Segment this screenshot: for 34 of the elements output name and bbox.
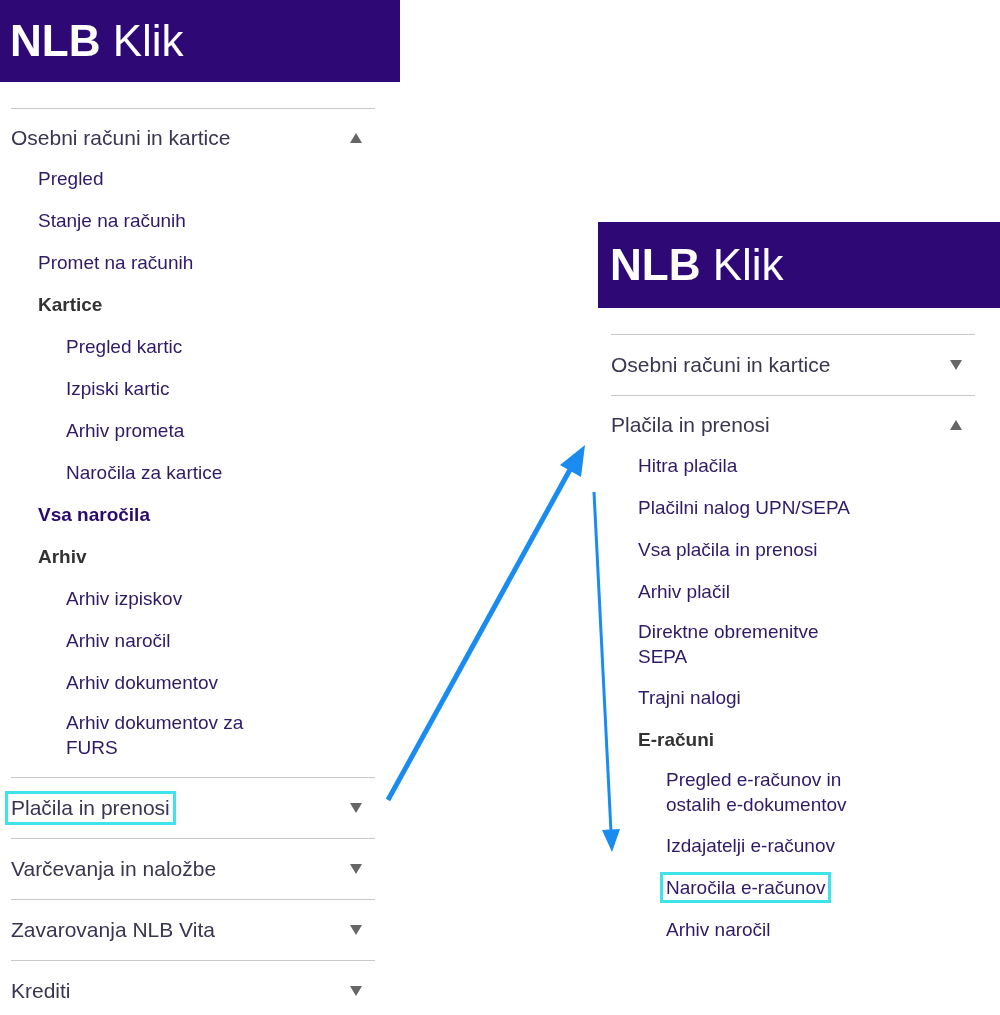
- section-title[interactable]: Osebni računi in kartice: [5, 121, 237, 155]
- app-logo: NLB Klik: [610, 243, 784, 287]
- menu-link[interactable]: Hitra plačila: [632, 449, 744, 481]
- section-title[interactable]: Krediti: [5, 974, 77, 1008]
- menu-link[interactable]: Arhiv naročil: [660, 913, 777, 945]
- menu-link[interactable]: Izpiski kartic: [60, 372, 176, 404]
- menu-link[interactable]: Arhiv dokumentov za FURS: [60, 707, 300, 763]
- menu-heading: Arhiv: [37, 544, 88, 569]
- menu-heading: E-računi: [637, 727, 716, 752]
- menu-link[interactable]: Arhiv naročil: [60, 624, 177, 656]
- menu-link[interactable]: Naročila za kartice: [60, 456, 229, 488]
- menu-link[interactable]: Direktne obremenitve SEPA: [632, 616, 872, 672]
- menu-link[interactable]: Plačilni nalog UPN/SEPA: [632, 491, 856, 523]
- section-title[interactable]: Osebni računi in kartice: [605, 348, 837, 382]
- section-title[interactable]: Plačila in prenosi: [5, 791, 176, 825]
- menu-link[interactable]: Naročila e-računov: [660, 871, 832, 903]
- app-logo: NLB Klik: [10, 19, 184, 63]
- menu-link[interactable]: Vsa plačila in prenosi: [632, 533, 824, 565]
- menu-link[interactable]: Arhiv prometa: [60, 414, 191, 446]
- menu-link[interactable]: Vsa naročila: [32, 498, 156, 530]
- menu-link[interactable]: Arhiv izpiskov: [60, 582, 189, 614]
- menu-link[interactable]: Trajni nalogi: [632, 681, 747, 713]
- menu-link[interactable]: Pregled: [32, 162, 110, 194]
- menu-link[interactable]: Promet na računih: [32, 246, 200, 278]
- menu-link[interactable]: Pregled kartic: [60, 330, 189, 362]
- menu-link[interactable]: Stanje na računih: [32, 204, 192, 236]
- menu-link[interactable]: Pregled e-računov in ostalih e-dokumentov: [660, 764, 900, 820]
- menu-heading: Kartice: [37, 292, 104, 317]
- section-title[interactable]: Plačila in prenosi: [605, 408, 776, 442]
- section-title[interactable]: Zavarovanja NLB Vita: [5, 913, 221, 947]
- section-title[interactable]: Varčevanja in naložbe: [5, 852, 223, 886]
- menu-link[interactable]: Arhiv plačil: [632, 575, 736, 607]
- menu-link[interactable]: Arhiv dokumentov: [60, 666, 225, 698]
- menu-link[interactable]: Izdajatelji e-računov: [660, 829, 841, 861]
